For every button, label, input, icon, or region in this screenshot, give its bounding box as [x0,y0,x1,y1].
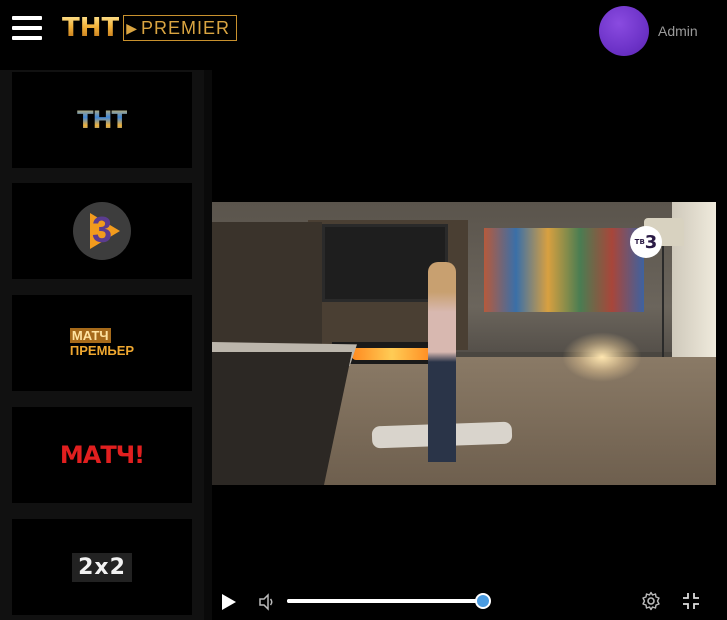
brand-premier-box: ▶ PREMIER [123,15,238,41]
channel-2x2[interactable]: 2x2 [12,519,192,615]
match-premier-logo: МАТЧ ПРЕМЬЕР [69,328,135,358]
match-logo: МАТЧ! [59,441,145,469]
tv3-logo-number: 3 [92,209,113,250]
tnt-logo: ТНТ [77,106,128,134]
play-triangle-icon: ▶ [126,19,139,36]
brand-premier-text: PREMIER [141,17,231,38]
top-bar: ТНТ ▶ PREMIER Admin [0,0,727,70]
seek-bar[interactable] [287,595,489,607]
volume-icon[interactable] [258,593,276,611]
channel-tnt[interactable]: ТНТ [12,72,192,168]
channel-watermark: ТВ 3 [630,226,662,258]
video-frame[interactable]: ТВ 3 [212,202,716,485]
channel-match[interactable]: МАТЧ! [12,407,192,503]
match-premier-logo-line2: ПРЕМЬЕР [69,343,135,358]
match-premier-logo-line1: МАТЧ [69,328,111,343]
tv3-logo: 3 [73,202,131,260]
channel-match-premier[interactable]: МАТЧ ПРЕМЬЕР [12,295,192,391]
user-avatar[interactable] [599,6,649,56]
watermark-number: 3 [644,231,658,253]
2x2-logo: 2x2 [72,552,132,582]
player-edge [716,70,727,620]
watermark-prefix: ТВ [634,238,645,246]
seek-bar-progress [287,599,483,603]
seek-handle[interactable] [477,595,489,607]
player-controls [212,585,716,617]
hamburger-menu-icon[interactable] [12,16,42,40]
brand-logo[interactable]: ТНТ ▶ PREMIER [62,13,238,43]
channel-sidebar: ТНТ 3 МАТЧ ПРЕМЬЕР МАТЧ! 2x2 [0,70,204,620]
video-player[interactable]: ТВ 3 [212,70,727,620]
channel-tv3[interactable]: 3 [12,183,192,279]
play-icon[interactable] [222,594,236,610]
exit-fullscreen-icon[interactable] [681,591,701,611]
user-name[interactable]: Admin [658,23,698,39]
gear-icon[interactable] [641,591,661,611]
brand-tnt-text: ТНТ [62,13,120,43]
